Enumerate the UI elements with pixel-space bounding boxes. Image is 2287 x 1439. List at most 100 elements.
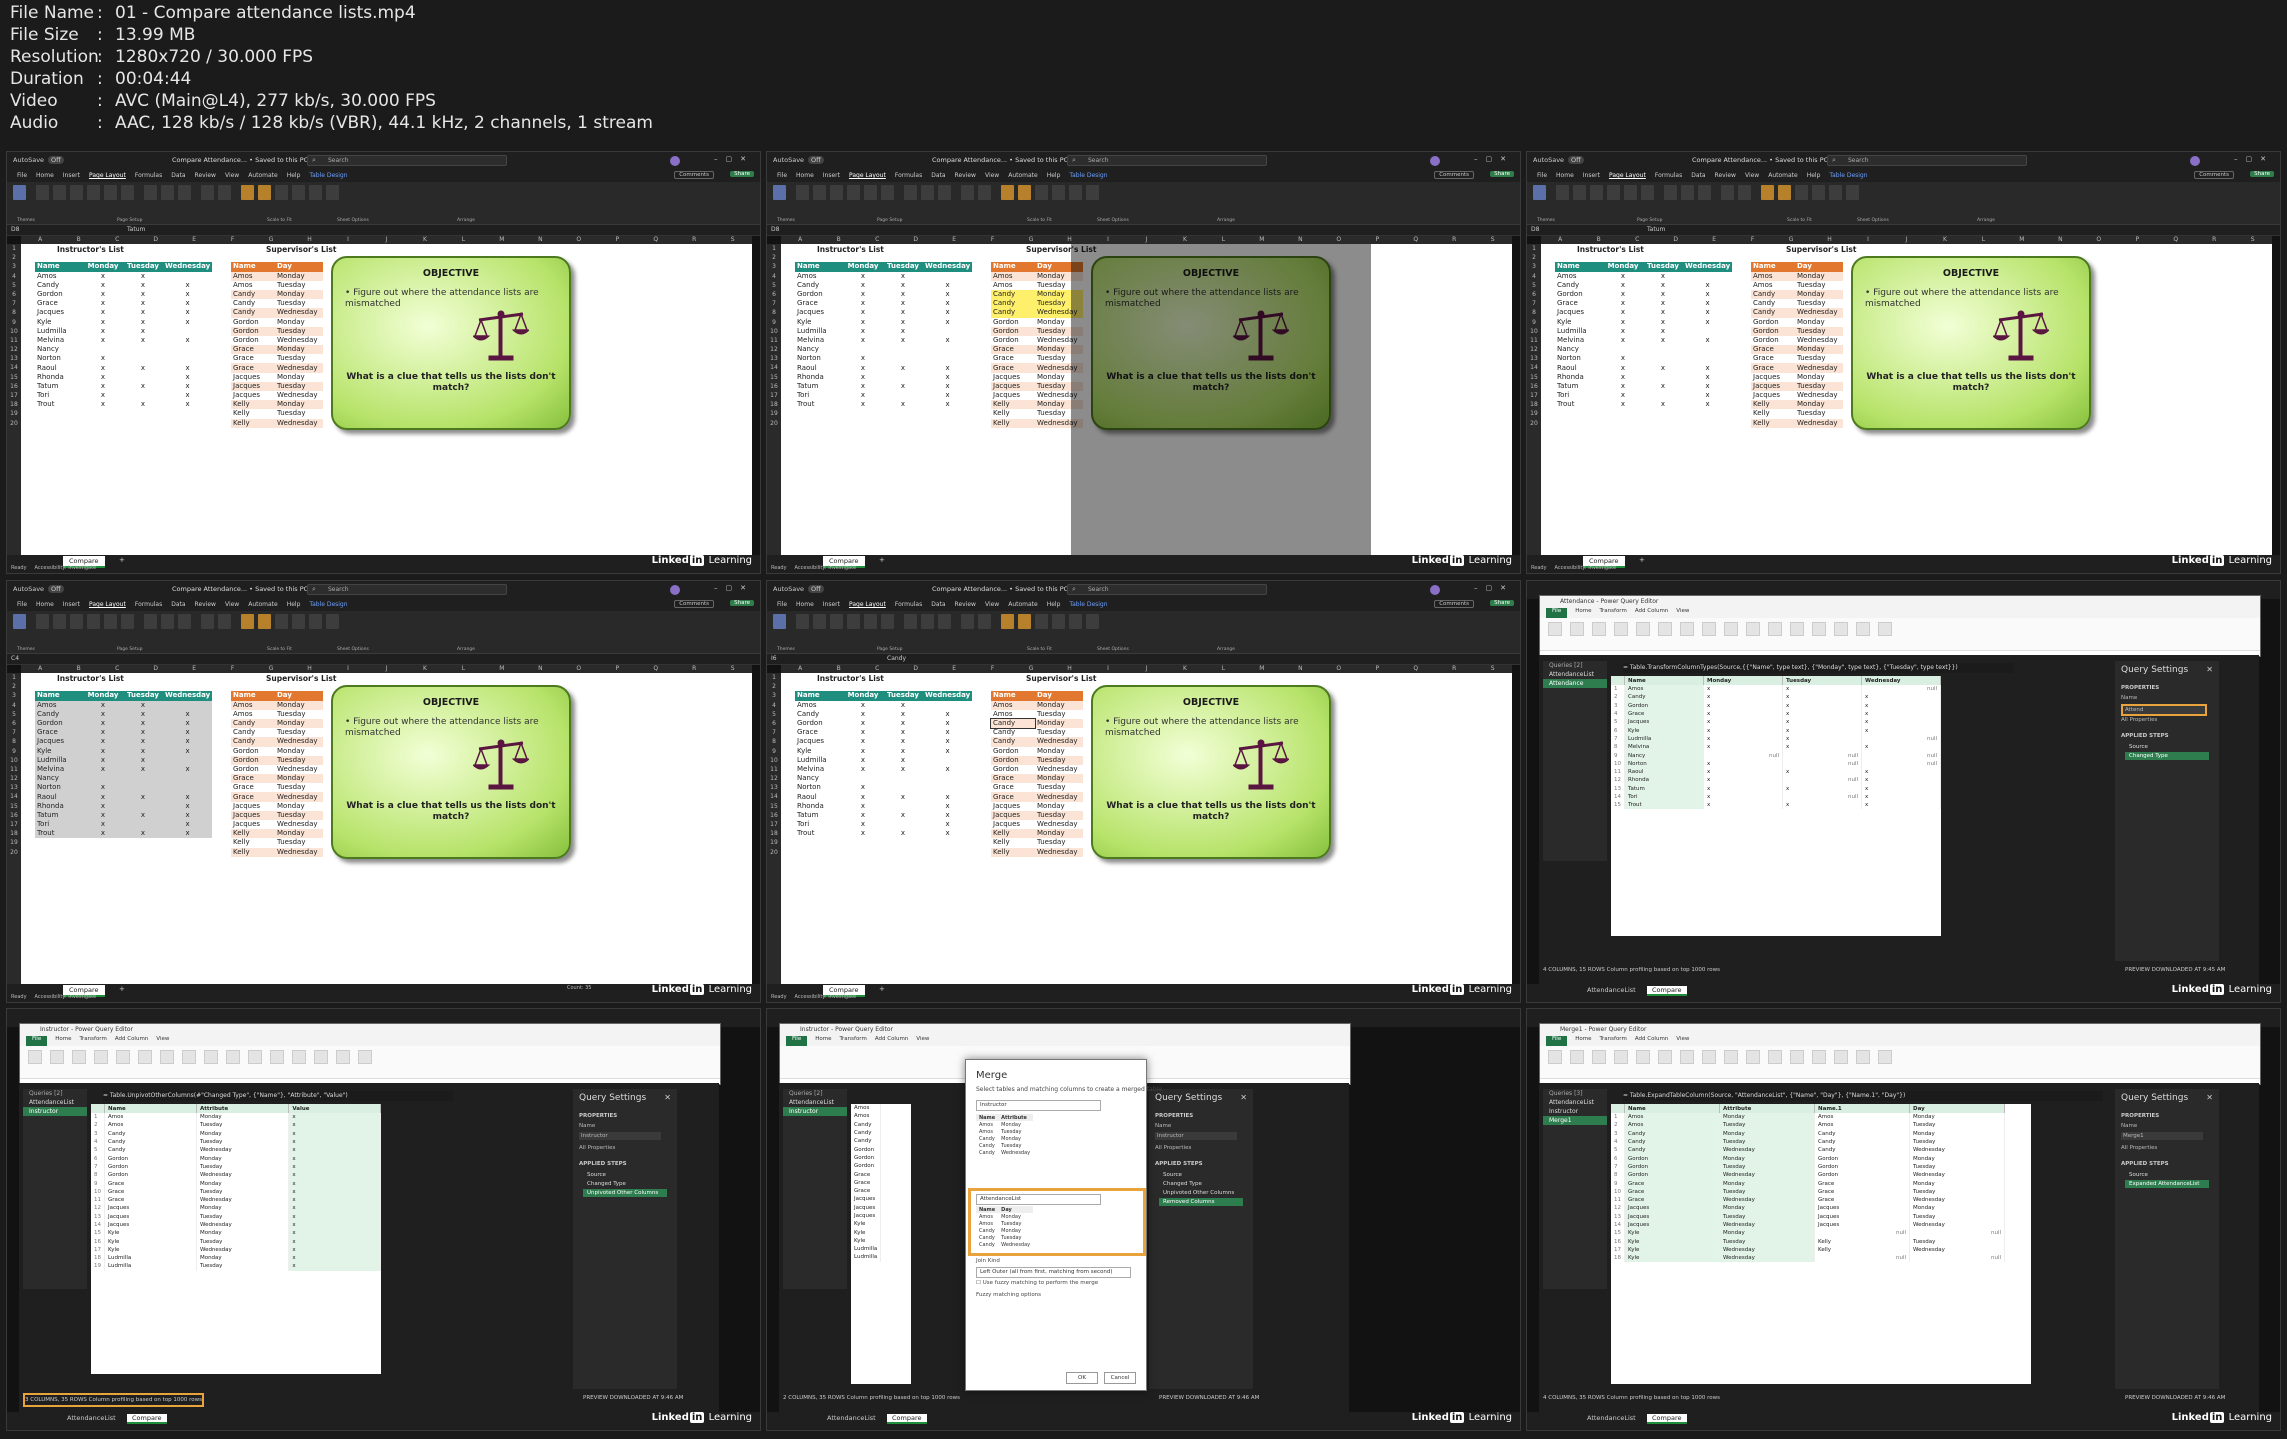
column-header[interactable]: O [1320,665,1358,673]
pq-cell[interactable]: Tuesday [1909,1237,2005,1246]
column-header[interactable]: B [1579,236,1617,244]
row-header[interactable]: 4 [7,272,21,281]
pq-cell[interactable]: Wednesday [1719,1195,1815,1205]
column-header[interactable]: K [406,665,444,673]
pq-ribbon-button[interactable] [1878,622,1892,636]
supervisor-cell[interactable]: Grace [991,783,1035,792]
instructor-cell[interactable]: x [883,400,923,409]
supervisor-cell[interactable]: Kelly [991,829,1035,839]
pq-cell[interactable]: Candy [104,1137,197,1147]
pq-cell[interactable]: Jacques [104,1212,197,1221]
instructor-header-cell[interactable]: Wednesday [1683,262,1733,272]
pq-ribbon-button[interactable] [248,1050,262,1064]
supervisor-cell[interactable]: Tuesday [1035,728,1083,737]
formula-value[interactable]: Tatum [127,226,145,233]
column-header[interactable]: L [444,236,482,244]
instructor-cell[interactable]: x [923,281,972,290]
column-header[interactable]: A [21,236,59,244]
column-header[interactable]: C [858,665,896,673]
row-header[interactable]: 17 [1527,391,1541,400]
instructor-cell[interactable]: x [843,701,883,710]
supervisor-cell[interactable]: Tuesday [1035,755,1083,765]
ribbon-button-icon[interactable] [13,185,26,200]
pq-ribbon-button[interactable] [1812,1050,1826,1064]
pq-cell[interactable]: Grace [1624,1195,1720,1205]
menu-item-review[interactable]: Review [1715,172,1736,179]
menu-item-page-layout[interactable]: Page Layout [849,601,886,608]
instructor-cell[interactable]: Tori [35,391,83,400]
ribbon-button-icon[interactable] [1681,185,1694,200]
pq-cell[interactable]: Ludmilla [851,1245,882,1254]
supervisor-cell[interactable]: Jacques [1751,373,1795,382]
pq-cell[interactable]: x [1861,792,1941,802]
instructor-cell[interactable]: x [1643,299,1683,308]
row-header[interactable]: 8 [1527,308,1541,317]
pq-cell[interactable]: Monday [1909,1179,2005,1188]
pq-column-header[interactable]: Name.1 [1814,1104,1910,1113]
applied-step[interactable]: Unpivoted Other Columns [1159,1189,1243,1197]
instructor-cell[interactable]: Gordon [1555,290,1603,299]
row-header[interactable]: 6 [1527,290,1541,299]
pq-cell[interactable]: Gordon [1814,1154,1910,1163]
instructor-cell[interactable]: Ludmilla [795,327,843,336]
instructor-cell[interactable]: x [163,737,213,747]
pq-cell[interactable]: x [288,1129,381,1138]
supervisor-header-cell[interactable]: Name [991,691,1035,701]
ribbon-button-icon[interactable] [904,185,917,200]
supervisor-cell[interactable]: Gordon [991,318,1035,327]
row-header[interactable]: 2 [7,253,21,262]
supervisor-cell[interactable]: Kelly [231,418,275,428]
pq-cell[interactable]: Wednesday [196,1171,290,1180]
ribbon-button-icon[interactable] [938,185,951,200]
instructor-cell[interactable]: x [123,792,163,802]
search-box[interactable]: ⌕ Search [1827,155,2027,166]
row-header[interactable]: 11 [767,765,781,774]
supervisor-cell[interactable]: Tuesday [275,755,323,765]
row-header[interactable]: 16 [7,382,21,391]
window-controls[interactable]: –▢✕ [1474,584,1514,592]
instructor-cell[interactable]: x [123,718,163,729]
pq-cell[interactable]: Amos [1624,1113,1720,1122]
supervisor-cell[interactable]: Monday [275,718,323,729]
instructor-cell[interactable]: x [83,354,123,363]
pq-ribbon-button[interactable] [1592,622,1606,636]
pq-formula-bar[interactable]: = Table.TransformColumnTypes(Source,{{"N… [1623,663,2013,673]
instructor-cell[interactable]: x [123,318,163,327]
pq-column-header[interactable]: Tuesday [1782,676,1862,685]
column-header[interactable]: H [1050,236,1088,244]
instructor-header-cell[interactable]: Monday [843,262,883,272]
supervisor-cell[interactable]: Candy [231,299,275,308]
pq-cell[interactable]: x [1782,701,1862,710]
instructor-cell[interactable]: x [1643,336,1683,345]
share-button[interactable]: Share [2250,171,2274,177]
ribbon-button-icon[interactable] [13,614,26,629]
instructor-cell[interactable]: Candy [35,281,83,290]
ribbon-button-icon[interactable] [326,614,339,629]
supervisor-cell[interactable]: Tuesday [275,381,323,392]
row-header[interactable]: 16 [767,811,781,820]
column-header[interactable]: D [896,236,934,244]
query-item[interactable]: Instructor [23,1107,87,1116]
supervisor-cell[interactable]: Monday [1035,774,1083,784]
instructor-cell[interactable] [1643,373,1683,382]
menu-item-page-layout[interactable]: Page Layout [89,601,126,608]
row-header[interactable]: 17 [767,391,781,400]
pq-cell[interactable]: null [1782,776,1862,785]
pq-cell[interactable]: x [1861,726,1941,735]
supervisor-cell[interactable]: Wednesday [1795,308,1843,318]
row-header[interactable]: 7 [1527,299,1541,308]
instructor-cell[interactable]: x [83,281,123,290]
query-item[interactable]: Attendance [1543,679,1607,688]
instructor-header-cell[interactable]: Name [795,691,843,701]
instructor-cell[interactable]: x [923,829,972,838]
pq-cell[interactable]: Monday [1719,1229,1815,1238]
supervisor-cell[interactable]: Kelly [231,838,275,847]
column-header[interactable]: O [1320,236,1358,244]
pq-cell[interactable]: Norton [1624,759,1704,768]
menu-item-home[interactable]: Home [796,601,814,608]
row-header[interactable]: 20 [7,419,21,428]
pq-ribbon-button[interactable] [1746,622,1760,636]
pq-cell[interactable]: x [1703,685,1783,694]
instructor-cell[interactable]: x [83,382,123,391]
avatar[interactable] [670,156,680,166]
